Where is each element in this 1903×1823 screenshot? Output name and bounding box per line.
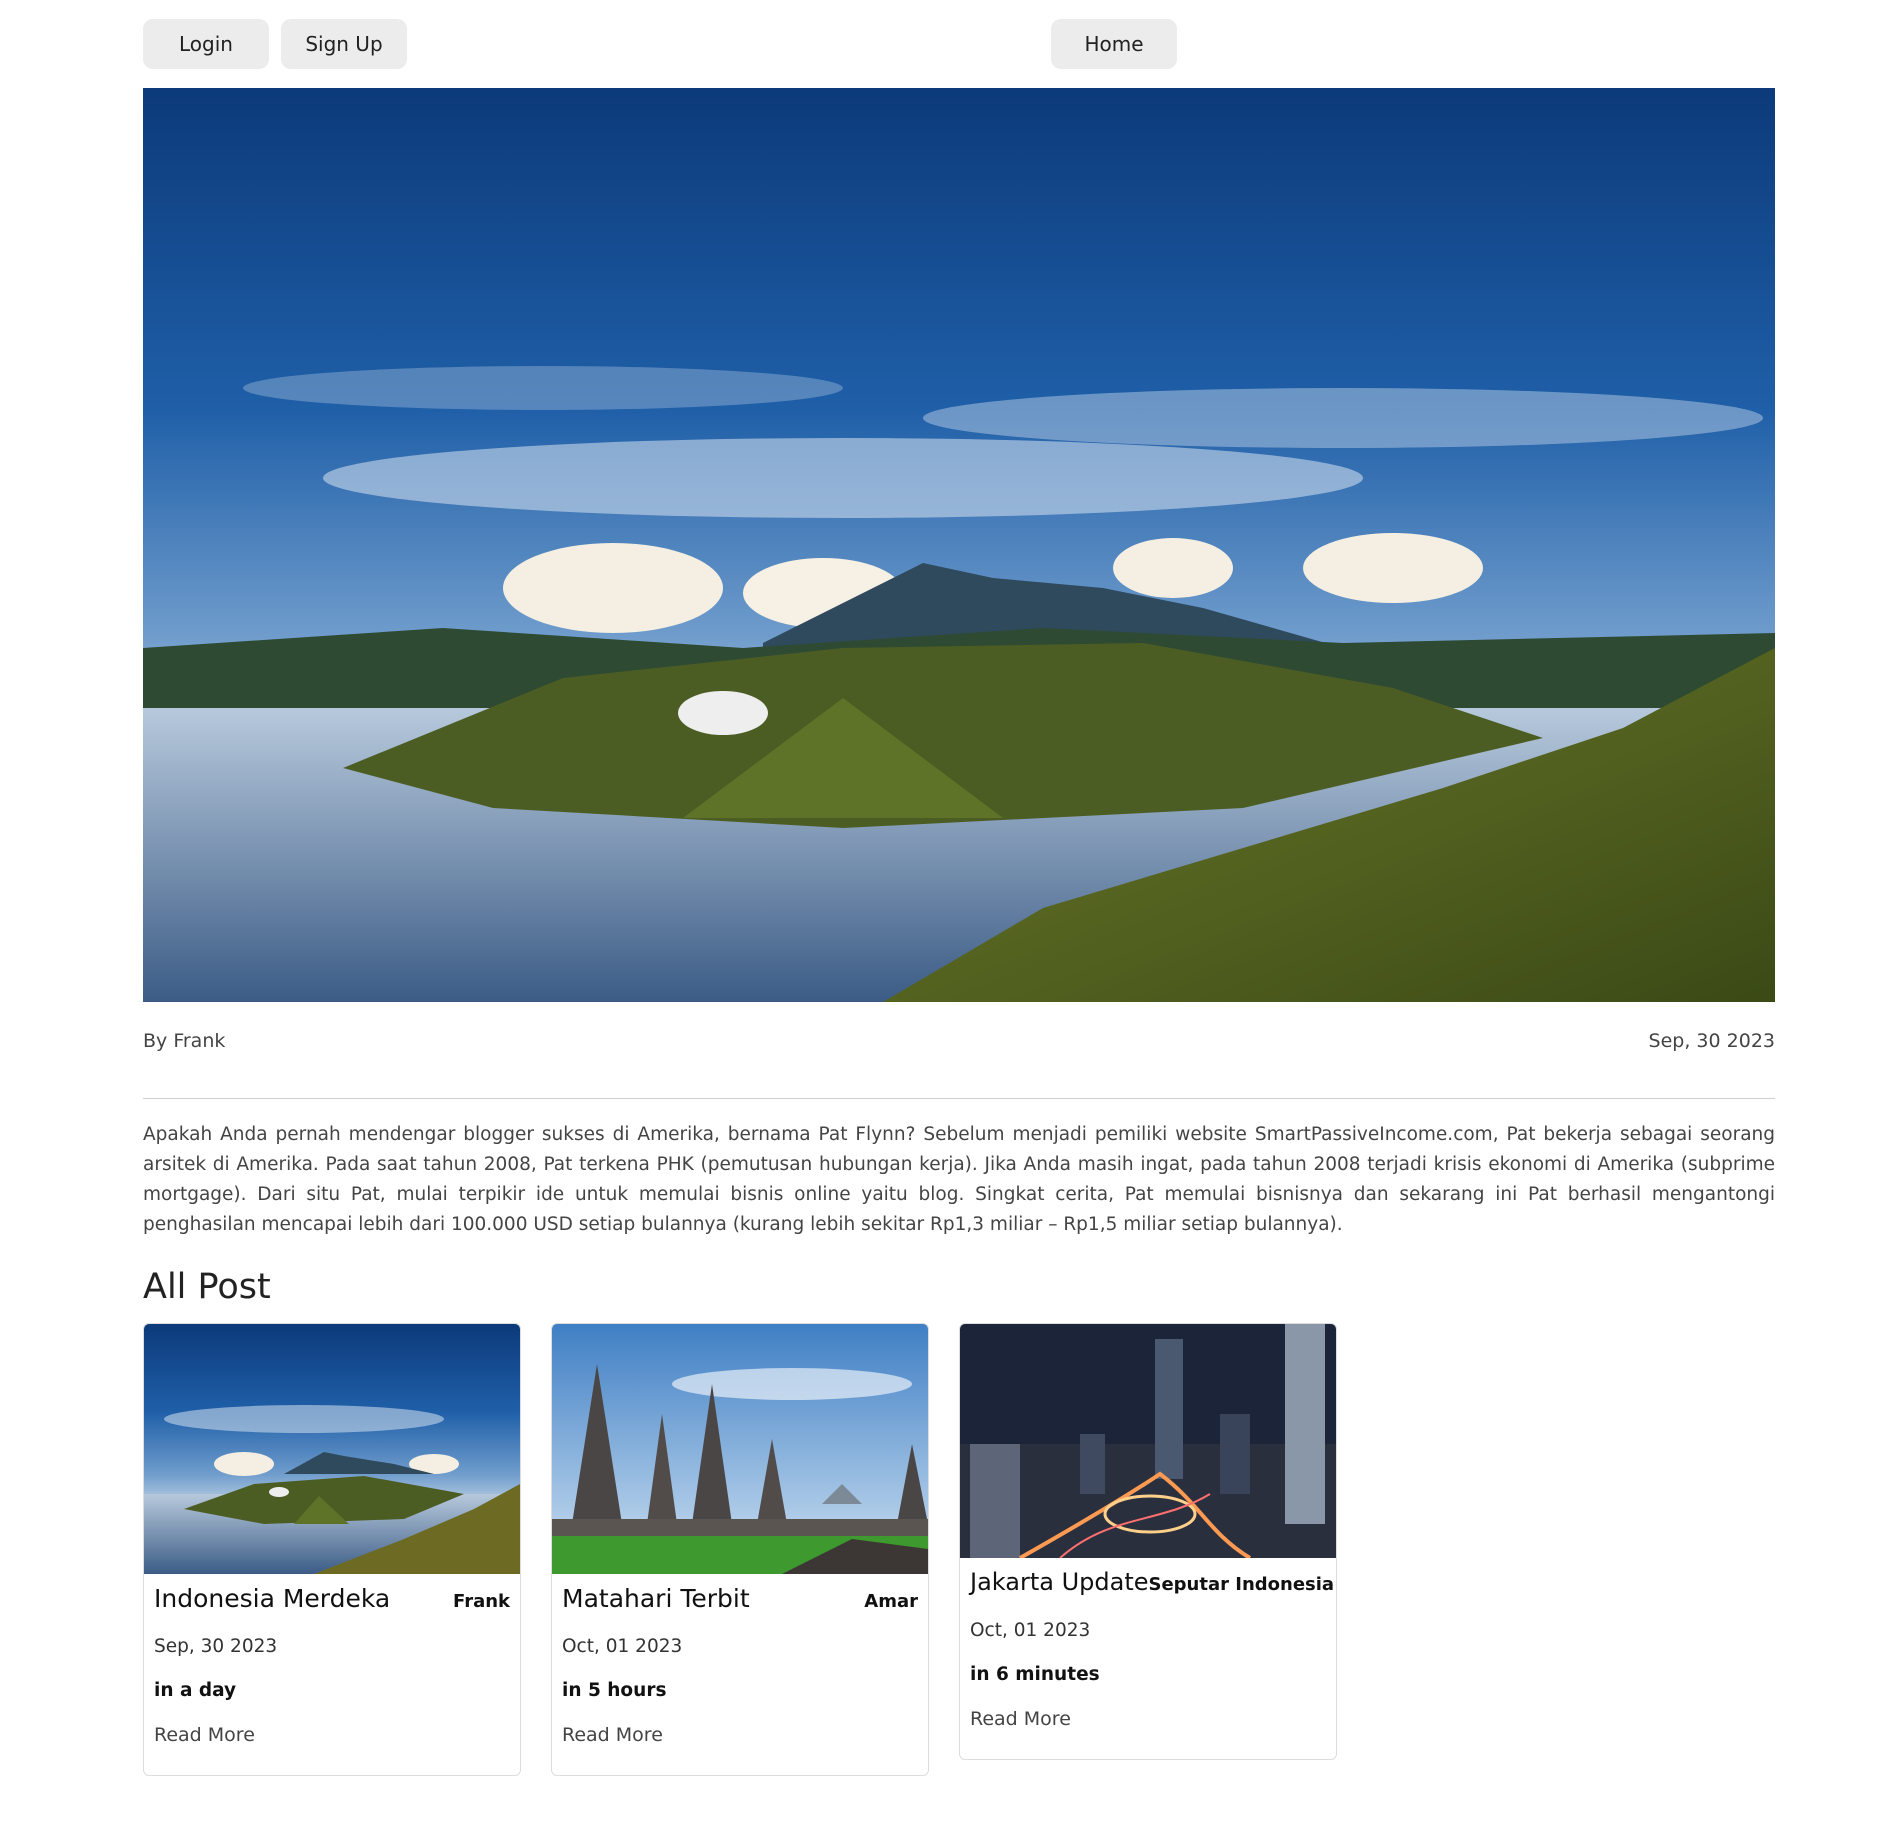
read-more-link[interactable]: Read More [970, 1708, 1071, 1730]
post-relative-time: in a day [154, 1680, 237, 1701]
post-thumbnail [960, 1324, 1336, 1558]
post-relative-time: in 6 minutes [970, 1664, 1100, 1685]
post-date: Sep, 30 2023 [154, 1636, 278, 1657]
post-title: Jakarta Update [970, 1568, 1149, 1596]
post-author: Seputar Indonesia [1148, 1574, 1335, 1595]
post-title: Matahari Terbit [562, 1584, 750, 1613]
signup-button[interactable]: Sign Up [281, 19, 407, 69]
post-relative-time: in 5 hours [562, 1680, 667, 1701]
hero-landscape-illustration [143, 88, 1775, 1002]
section-title: All Post [143, 1267, 271, 1307]
post-card[interactable]: Indonesia Merdeka Frank Sep, 30 2023 in … [143, 1323, 521, 1776]
post-author: Amar [864, 1591, 918, 1612]
article-author: By Frank [143, 1030, 226, 1052]
post-title: Indonesia Merdeka [154, 1584, 391, 1613]
post-thumbnail [552, 1324, 928, 1574]
post-date: Oct, 01 2023 [970, 1620, 1091, 1641]
post-thumbnail [144, 1324, 520, 1574]
article-body: Apakah Anda pernah mendengar blogger suk… [143, 1124, 1775, 1235]
read-more-link[interactable]: Read More [154, 1724, 255, 1746]
volcano-thumbnail-illustration [144, 1324, 520, 1574]
post-date: Oct, 01 2023 [562, 1636, 683, 1657]
read-more-link[interactable]: Read More [562, 1724, 663, 1746]
post-author: Frank [453, 1591, 510, 1612]
hero-image [143, 88, 1775, 1002]
login-button[interactable]: Login [143, 19, 269, 69]
home-button[interactable]: Home [1051, 19, 1177, 69]
post-card[interactable]: Jakarta Update Seputar Indonesia Oct, 01… [959, 1323, 1337, 1760]
post-card[interactable]: Matahari Terbit Amar Oct, 01 2023 in 5 h… [551, 1323, 929, 1776]
city-night-thumbnail-illustration [960, 1324, 1336, 1558]
article-date: Sep, 30 2023 [1648, 1030, 1775, 1052]
divider [143, 1098, 1775, 1099]
temple-thumbnail-illustration [552, 1324, 928, 1574]
